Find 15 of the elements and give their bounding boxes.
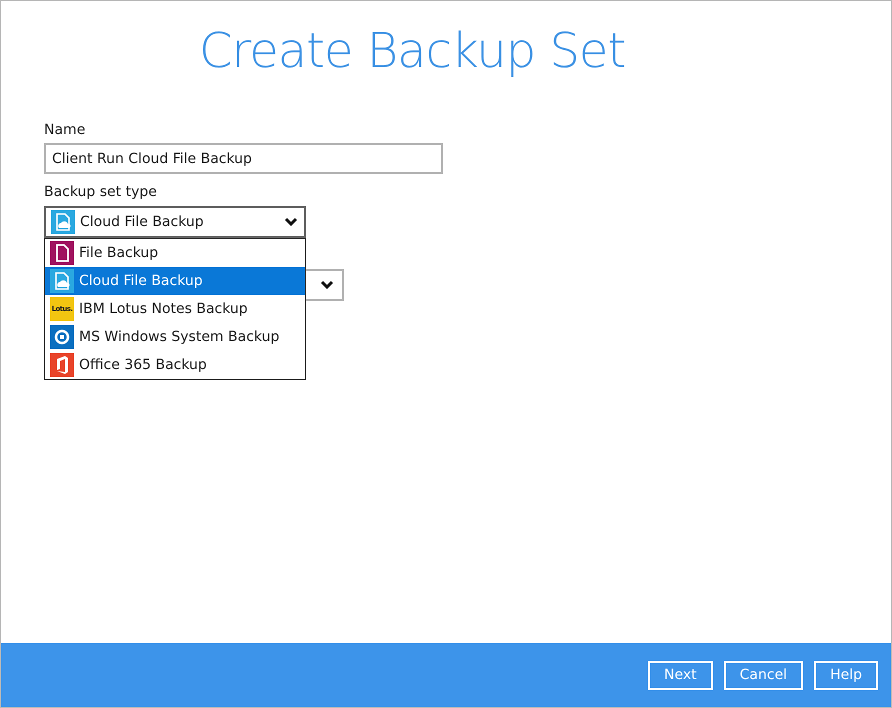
dropdown-option[interactable]: Office 365 Backup — [45, 351, 305, 379]
page-title: Create Backup Set — [199, 23, 626, 79]
file-icon — [50, 241, 74, 265]
backup-type-dropdown[interactable]: Cloud File Backup — [44, 206, 306, 238]
cloud-file-icon — [51, 210, 75, 234]
cloud-file-icon — [50, 269, 74, 293]
chevron-down-icon — [320, 280, 334, 290]
chevron-down-icon — [284, 217, 298, 227]
field-label: Name — [44, 121, 86, 139]
dropdown-option[interactable]: Cloud File Backup — [45, 267, 305, 295]
dropdown-option[interactable]: MS Windows System Backup — [45, 323, 305, 351]
field-label: Backup set type — [44, 183, 157, 201]
dropdown-option[interactable]: File Backup — [45, 239, 305, 267]
office-icon — [50, 353, 74, 377]
name-field[interactable]: Client Run Cloud File Backup — [44, 143, 443, 174]
